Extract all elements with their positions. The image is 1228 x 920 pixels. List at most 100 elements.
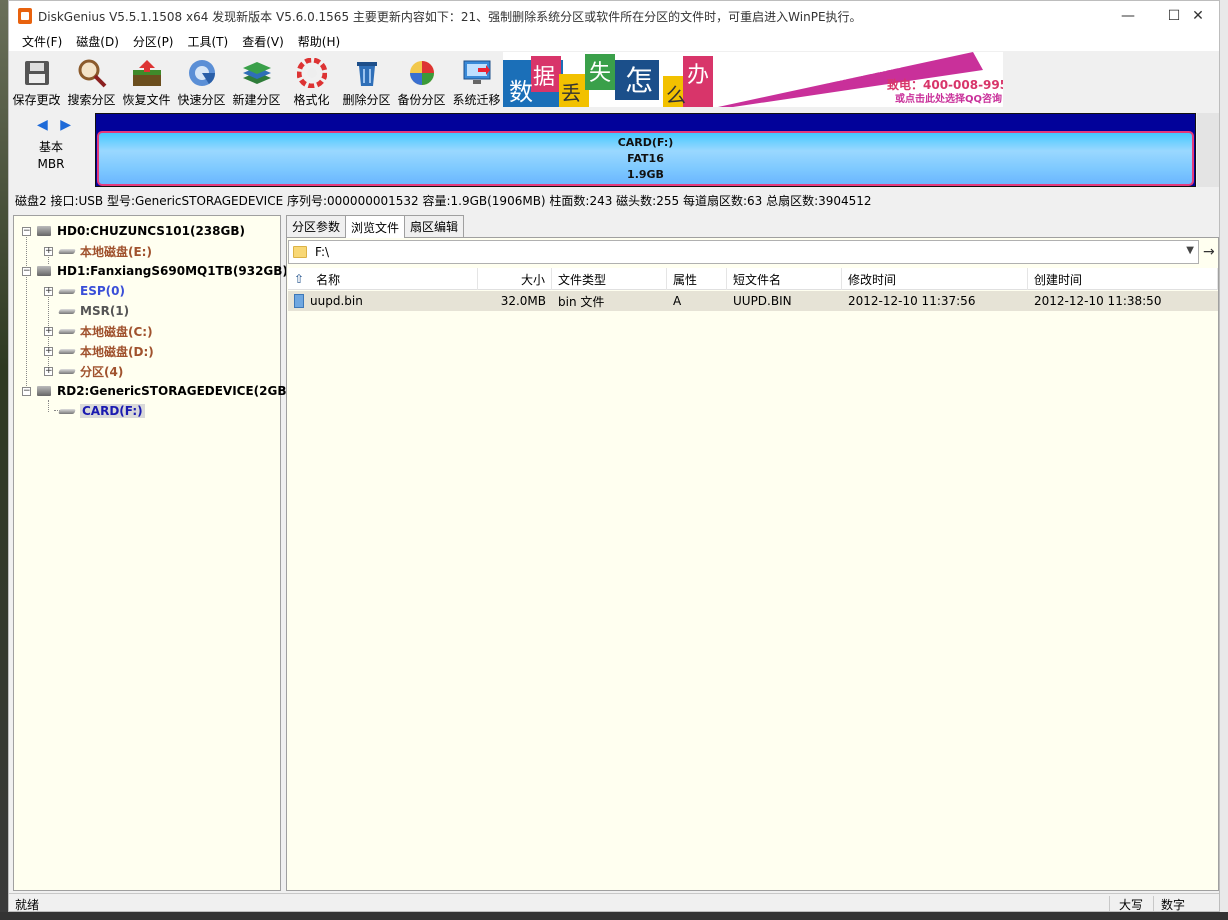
backup-partition-button[interactable]: 备份分区 <box>394 51 449 109</box>
banner-char-4: 失 <box>589 61 611 86</box>
diskgenius-logo-icon <box>18 8 32 24</box>
cell-created: 2012-12-10 11:38:50 <box>1034 294 1162 308</box>
tree-node-card[interactable]: CARD(F:) <box>58 402 145 420</box>
close-button[interactable]: ✕ <box>1175 1 1219 31</box>
search-partition-icon <box>76 57 108 89</box>
tree-label-c: 本地磁盘(C:) <box>80 324 153 339</box>
tree-node-msr[interactable]: MSR(1) <box>58 302 129 320</box>
disk-nav-arrows[interactable]: ◀ ▶ <box>37 117 75 133</box>
tree-node-part4[interactable]: + 分区(4) <box>44 362 123 380</box>
sort-up-icon[interactable]: ⇧ <box>294 272 304 286</box>
menu-help[interactable]: 帮助(H) <box>291 33 347 50</box>
expand-icon[interactable]: + <box>44 246 53 256</box>
tree-node-e[interactable]: + 本地磁盘(E:) <box>44 242 152 260</box>
banner-char-6: 么 <box>666 83 686 107</box>
tab-strip: 分区参数 浏览文件 扇区编辑 <box>286 215 465 238</box>
new-partition-icon <box>241 57 273 89</box>
tree-node-hd1[interactable]: − HD1:FanxiangS690MQ1TB(932GB) <box>22 262 288 280</box>
hard-disk-icon <box>37 226 51 236</box>
col-name-label: 名称 <box>316 272 341 287</box>
tree-node-d[interactable]: + 本地磁盘(D:) <box>44 342 154 360</box>
banner-char-3: 丢 <box>561 81 581 105</box>
search-partition-button[interactable]: 搜索分区 <box>64 51 119 109</box>
go-arrow-icon[interactable]: → <box>1203 244 1215 260</box>
backup-partition-icon <box>406 57 438 89</box>
minimize-button[interactable]: — <box>1105 1 1151 31</box>
disk-type-basic: 基本 <box>38 140 63 154</box>
promo-banner[interactable]: 数 据 丢 失 怎 么 办 DiskGenius 团队为您服务 致电：400-0… <box>503 52 1003 107</box>
right-pane: 分区参数 浏览文件 扇区编辑 F:\ ▼ → ⇧ 名称 大小 文件类型 属性 短… <box>286 215 1219 911</box>
collapse-icon[interactable]: − <box>22 226 31 236</box>
cell-attr: A <box>673 294 682 308</box>
collapse-icon[interactable]: − <box>22 266 31 276</box>
cell-name-text: uupd.bin <box>310 294 363 308</box>
desktop-background-bottom <box>0 912 1228 920</box>
partition-icon <box>58 408 76 414</box>
tree-node-esp[interactable]: + ESP(0) <box>44 282 125 300</box>
file-table-header: ⇧ 名称 大小 文件类型 属性 短文件名 修改时间 创建时间 <box>288 268 1218 290</box>
quick-partition-button[interactable]: 快速分区 <box>174 51 229 109</box>
recover-files-button[interactable]: 恢复文件 <box>119 51 174 109</box>
status-text: 就绪 <box>15 898 40 912</box>
partition-icon <box>58 348 76 354</box>
partition-block-fs: FAT16 <box>627 151 664 165</box>
save-changes-label: 保存更改 <box>12 93 61 107</box>
system-migrate-button[interactable]: 系统迁移 <box>449 51 504 109</box>
col-attr[interactable]: 属性 <box>667 268 727 290</box>
new-partition-button[interactable]: 新建分区 <box>229 51 284 109</box>
partition-block-card[interactable]: CARD(F:) FAT16 1.9GB <box>97 131 1194 186</box>
banner-graphic: 数 据 丢 失 怎 么 办 DiskGenius 团队为您服务 致电：400-0… <box>503 52 1003 107</box>
path-combobox[interactable]: F:\ ▼ <box>288 240 1199 264</box>
save-icon <box>21 57 53 89</box>
col-modified[interactable]: 修改时间 <box>842 268 1028 290</box>
banner-phone: 致电：400-008-9958 <box>887 77 1003 92</box>
system-migrate-icon <box>461 57 493 89</box>
recover-files-label: 恢复文件 <box>122 93 171 107</box>
tree-node-c[interactable]: + 本地磁盘(C:) <box>44 322 153 340</box>
col-type[interactable]: 文件类型 <box>552 268 667 290</box>
chevron-down-icon[interactable]: ▼ <box>1186 245 1194 256</box>
tab-partition-params[interactable]: 分区参数 <box>286 215 347 237</box>
save-changes-button[interactable]: 保存更改 <box>9 51 64 109</box>
col-short-name[interactable]: 短文件名 <box>727 268 842 290</box>
col-name[interactable]: ⇧ 名称 <box>288 268 478 290</box>
menu-disk[interactable]: 磁盘(D) <box>69 33 126 50</box>
tab-sector-edit[interactable]: 扇区编辑 <box>404 215 465 237</box>
menu-file[interactable]: 文件(F) <box>15 33 69 50</box>
tree-label-part4: 分区(4) <box>80 364 124 379</box>
partition-block-name: CARD(F:) <box>617 135 674 149</box>
folder-icon <box>293 246 307 258</box>
menu-partition[interactable]: 分区(P) <box>126 33 181 50</box>
disk-map-scroll <box>1197 113 1219 187</box>
menu-tools[interactable]: 工具(T) <box>181 33 236 50</box>
expand-icon[interactable]: + <box>44 346 53 356</box>
menu-view[interactable]: 查看(V) <box>235 33 291 50</box>
tree-label-card: CARD(F:) <box>80 404 145 418</box>
collapse-icon[interactable]: − <box>22 386 31 396</box>
expand-icon[interactable]: + <box>44 286 53 296</box>
window-title: DiskGenius V5.5.1.1508 x64 发现新版本 V5.6.0.… <box>38 9 862 24</box>
partition-icon <box>58 308 76 314</box>
tab-browse-files[interactable]: 浏览文件 <box>345 215 406 238</box>
cell-type: bin 文件 <box>558 294 605 309</box>
table-row[interactable]: uupd.bin 32.0MB bin 文件 A UUPD.BIN 2012-1… <box>288 291 1218 311</box>
search-partition-label: 搜索分区 <box>67 93 116 107</box>
tree-label-esp: ESP(0) <box>80 284 125 298</box>
expand-icon[interactable]: + <box>44 366 53 376</box>
disk-type-label: 基本 MBR <box>19 139 83 173</box>
cell-short-name: UUPD.BIN <box>733 294 792 308</box>
tree-node-rd2[interactable]: − RD2:GenericSTORAGEDEVICE(2GB) <box>22 382 292 400</box>
format-button[interactable]: 格式化 <box>284 51 339 109</box>
system-migrate-label: 系统迁移 <box>452 93 501 107</box>
partition-icon <box>58 328 76 334</box>
expand-icon[interactable]: + <box>44 326 53 336</box>
quick-partition-icon <box>186 57 218 89</box>
desktop-background-right <box>1219 0 1228 920</box>
banner-char-5: 怎 <box>625 64 653 97</box>
partition-icon <box>58 248 76 254</box>
tree-guide <box>48 400 49 412</box>
delete-partition-button[interactable]: 删除分区 <box>339 51 394 109</box>
col-created[interactable]: 创建时间 <box>1028 268 1218 290</box>
col-size[interactable]: 大小 <box>478 268 552 290</box>
tree-node-hd0[interactable]: − HD0:CHUZUNCS101(238GB) <box>22 222 245 240</box>
